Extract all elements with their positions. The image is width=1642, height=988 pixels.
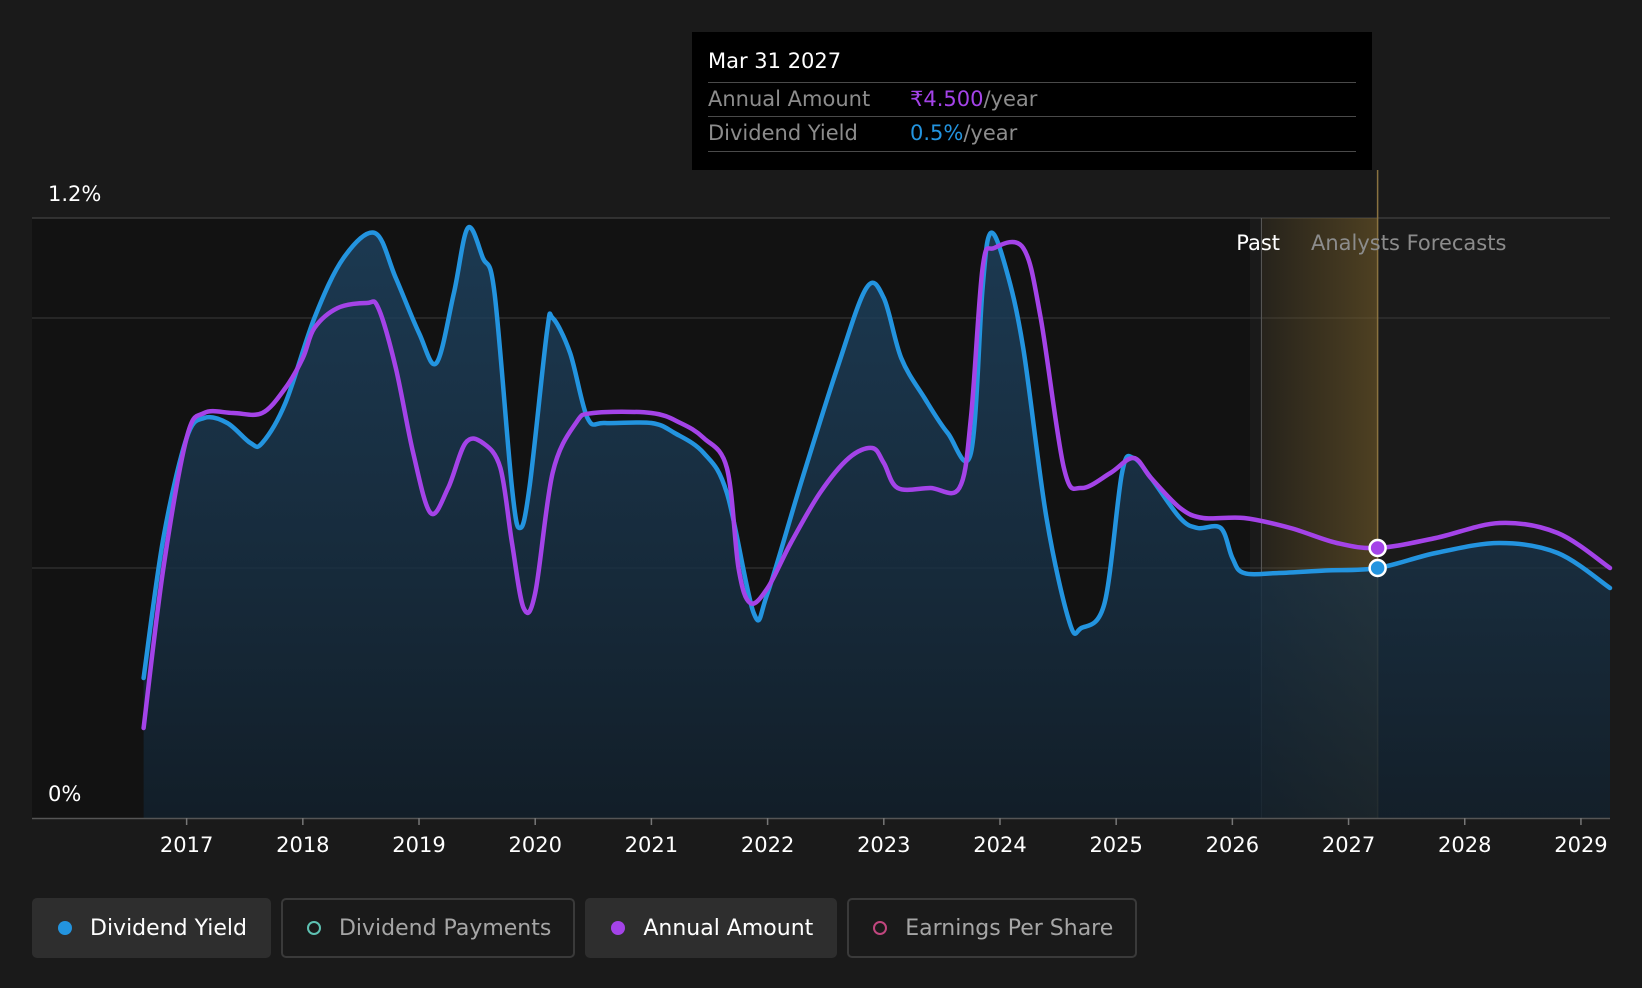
x-tick-label: 2022 (741, 833, 794, 857)
legend-dividend-payments-button[interactable]: Dividend Payments (280, 898, 576, 958)
x-tick-label: 2023 (857, 833, 910, 857)
annual-amount-marker (1368, 538, 1387, 558)
dividend-payments-dot-icon (306, 921, 321, 935)
dividend-yield-dot-icon (58, 921, 72, 935)
x-tick-label: 2020 (508, 833, 561, 857)
y-tick-label-top: 1.2% (48, 182, 101, 206)
tooltip-date: Mar 31 2027 (708, 49, 842, 73)
legend-annual-amount-label: Annual Amount (643, 915, 814, 941)
x-tick-label: 2021 (625, 833, 678, 857)
legend-earnings-per-share-label: Earnings Per Share (905, 915, 1114, 941)
series-areas (143, 227, 1611, 818)
legend-dividend-payments-label: Dividend Payments (338, 915, 552, 941)
x-tick-label: 2019 (392, 833, 445, 857)
legend-annual-amount-button[interactable]: Annual Amount (585, 898, 838, 958)
dividend-yield-marker (1368, 558, 1387, 578)
dividend-yield-area (143, 227, 1611, 818)
tooltip-annual-amount-row: Annual Amount ₹4.500/year (708, 82, 1356, 111)
legend-dividend-yield-button[interactable]: Dividend Yield (32, 898, 271, 958)
x-tick-label: 2017 (160, 833, 213, 857)
x-tick-label: 2029 (1554, 833, 1607, 857)
tooltip-annual-amount-unit: /year (983, 87, 1038, 111)
tooltip-dividend-yield-row: Dividend Yield 0.5%/year (708, 116, 1356, 152)
legend-earnings-per-share-button[interactable]: Earnings Per Share (847, 898, 1138, 958)
x-tick-label: 2026 (1206, 833, 1259, 857)
x-tick-label: 2027 (1322, 833, 1375, 857)
x-tick-label: 2024 (973, 833, 1026, 857)
earnings-per-share-dot-icon (873, 921, 888, 935)
forecast-label: Analysts Forecasts (1311, 231, 1506, 255)
tooltip-annual-amount-label: Annual Amount (708, 87, 871, 111)
tooltip-dividend-yield-label: Dividend Yield (708, 121, 858, 145)
past-label: Past (1236, 231, 1280, 255)
x-tick-label: 2028 (1438, 833, 1491, 857)
tooltip: Mar 31 2027 Annual Amount ₹4.500/year Div… (692, 32, 1372, 170)
x-tick-label: 2025 (1089, 833, 1142, 857)
tooltip-annual-amount-value: ₹4.500 (910, 87, 984, 111)
tooltip-dividend-yield-value: 0.5% (910, 121, 964, 145)
x-axis: 2017 2018 2019 2020 2021 2022 2023 2024 2025 2026… (32, 817, 1610, 857)
annual-amount-dot-icon (611, 921, 626, 935)
legend-dividend-yield-label: Dividend Yield (90, 915, 247, 941)
y-tick-label-bottom: 0% (48, 782, 81, 806)
legend: Dividend Yield Dividend Payments Annual … (32, 898, 1147, 962)
x-tick-label: 2018 (276, 833, 329, 857)
tooltip-dividend-yield-unit: /year (963, 121, 1018, 145)
